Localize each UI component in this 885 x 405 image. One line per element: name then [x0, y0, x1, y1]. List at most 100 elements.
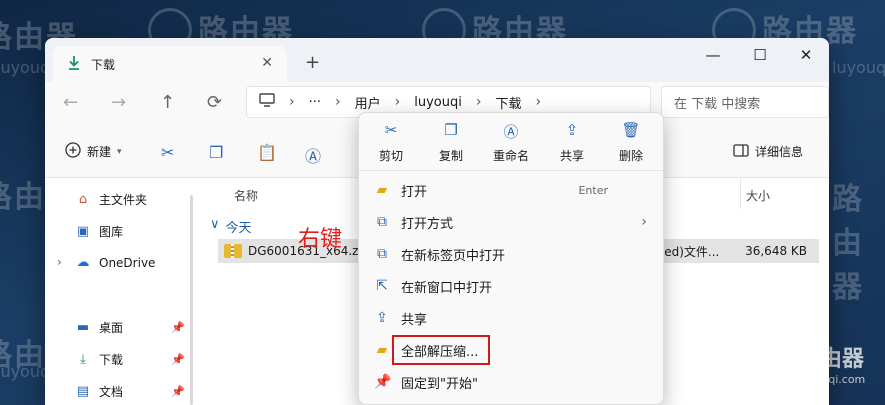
- sidebar-item-label: OneDrive: [99, 255, 156, 270]
- menu-item-label: 固定到"开始": [401, 376, 478, 392]
- chevron-right-icon[interactable]: ›: [57, 255, 62, 269]
- close-button[interactable]: ✕: [794, 46, 818, 64]
- gallery-icon: ▣: [76, 224, 90, 239]
- rename-label: 重命名: [492, 149, 529, 163]
- menu-item-open-new-window[interactable]: ⇱ 在新窗口中打开: [359, 270, 663, 302]
- delete-button[interactable]: 🗑 删除: [601, 121, 661, 164]
- up-button[interactable]: ↑: [160, 92, 175, 113]
- breadcrumb-item[interactable]: luyouqi: [414, 95, 462, 110]
- share-icon: ⇪: [376, 310, 388, 326]
- share-icon: ⇪: [565, 121, 579, 139]
- file-size: 36,648 KB: [745, 244, 807, 258]
- cut-icon[interactable]: ✂: [161, 143, 174, 162]
- sidebar-item-label: 图库: [99, 225, 124, 239]
- pin-icon: 📌: [374, 374, 392, 390]
- title-bar: 下载 ✕ + — ☐ ✕: [45, 38, 829, 82]
- navigation-pane: ⌂ 主文件夹 ▣ 图库 › ☁ OneDrive ▬ 桌面 📌 ⤓ 下载 📌 ▤…: [45, 179, 195, 405]
- home-icon: ⌂: [78, 192, 88, 207]
- desktop-icon: ▬: [76, 320, 90, 335]
- tab-downloads[interactable]: 下载 ✕: [53, 46, 287, 82]
- refresh-button[interactable]: ⟳: [207, 92, 222, 113]
- open-with-icon: ⧉: [377, 214, 387, 230]
- new-button[interactable]: 新建 ▾: [65, 142, 122, 161]
- sidebar-scrollbar[interactable]: [190, 195, 193, 405]
- copy-label: 复制: [438, 149, 463, 163]
- chevron-right-icon: ›: [335, 94, 341, 110]
- column-header-name[interactable]: 名称: [234, 187, 258, 204]
- extract-icon: ▰: [376, 342, 388, 358]
- context-menu-actions: ✂ 剪切 ❐ 复制 Ⓐ 重命名 ⇪ 共享 🗑 删除: [359, 113, 663, 171]
- share-label: 共享: [559, 149, 584, 163]
- copy-button[interactable]: ❐ 复制: [421, 121, 481, 164]
- back-button[interactable]: ←: [63, 92, 78, 113]
- sidebar-item-home[interactable]: ⌂ 主文件夹: [75, 191, 147, 208]
- menu-item-label: 在新标签页中打开: [401, 248, 506, 264]
- watermark-domain: luyouqi.com: [832, 58, 885, 77]
- menu-item-open-new-tab[interactable]: ⧉ 在新标签页中打开: [359, 238, 663, 270]
- rename-icon: Ⓐ: [503, 123, 519, 141]
- menu-item-open[interactable]: ▰ 打开 Enter: [359, 174, 663, 206]
- menu-item-pin-start[interactable]: 📌 固定到"开始": [359, 366, 663, 398]
- rename-button[interactable]: Ⓐ 重命名: [481, 121, 541, 164]
- menu-item-share[interactable]: ⇪ 共享: [359, 302, 663, 334]
- minimize-button[interactable]: —: [701, 46, 725, 64]
- share-button[interactable]: ⇪ 共享: [542, 121, 602, 164]
- group-header-today[interactable]: ∨ 今天: [210, 217, 252, 236]
- sidebar-item-documents[interactable]: ▤ 文档: [75, 383, 123, 400]
- copy-icon: ❐: [444, 121, 458, 139]
- delete-label: 删除: [618, 149, 643, 163]
- details-pane-icon: [733, 143, 749, 160]
- copy-icon[interactable]: ❐: [209, 143, 223, 162]
- paste-icon[interactable]: 📋: [257, 143, 277, 162]
- forward-button[interactable]: →: [111, 92, 126, 113]
- sidebar-item-label: 主文件夹: [99, 193, 148, 207]
- sidebar-item-gallery[interactable]: ▣ 图库: [75, 223, 123, 240]
- menu-item-shortcut: Enter: [578, 183, 608, 197]
- column-divider[interactable]: [740, 179, 741, 209]
- menu-item-open-with[interactable]: ⧉ 打开方式 ›: [359, 206, 663, 238]
- breadcrumb-item[interactable]: 用户: [355, 93, 381, 112]
- delete-icon: 🗑: [621, 121, 641, 139]
- pin-icon: 📌: [171, 353, 185, 366]
- maximize-button[interactable]: ☐: [748, 46, 772, 64]
- breadcrumb-item[interactable]: 下载: [495, 93, 521, 112]
- sidebar-item-label: 桌面: [99, 321, 124, 335]
- monitor-icon: [259, 93, 275, 111]
- breadcrumb-more[interactable]: ···: [309, 95, 321, 110]
- context-menu: ✂ 剪切 ❐ 复制 Ⓐ 重命名 ⇪ 共享 🗑 删除 ▰ 打开 Enter ⧉ 打…: [358, 112, 664, 405]
- new-window-icon: ⇱: [376, 278, 388, 294]
- cut-label: 剪切: [378, 149, 403, 163]
- menu-item-label: 打开: [401, 184, 428, 200]
- search-placeholder: 在 下载 中搜索: [674, 96, 761, 112]
- chevron-down-icon: ▾: [117, 146, 122, 157]
- download-icon: [67, 55, 81, 74]
- details-label: 详细信息: [755, 145, 804, 159]
- new-tab-icon: ⧉: [377, 246, 387, 262]
- sidebar-item-label: 文档: [99, 385, 124, 399]
- sidebar-item-onedrive[interactable]: ☁ OneDrive: [75, 255, 156, 270]
- tab-close-icon[interactable]: ✕: [261, 55, 273, 71]
- menu-item-label: 在新窗口中打开: [401, 280, 493, 296]
- tab-label: 下载: [91, 57, 116, 72]
- group-label: 今天: [225, 221, 252, 236]
- download-icon: ⤓: [80, 352, 86, 367]
- plus-circle-icon: [65, 142, 81, 161]
- chevron-right-icon: ›: [641, 214, 647, 230]
- search-input[interactable]: 在 下载 中搜索: [661, 86, 829, 118]
- sidebar-item-downloads[interactable]: ⤓ 下载: [75, 351, 123, 368]
- chevron-right-icon: ›: [535, 94, 542, 110]
- folder-icon: ▰: [376, 182, 388, 198]
- cut-button[interactable]: ✂ 剪切: [361, 121, 421, 164]
- menu-item-label: 共享: [401, 312, 428, 328]
- right-click-annotation: 右键: [298, 227, 343, 252]
- pin-icon: 📌: [171, 321, 185, 334]
- column-header-size[interactable]: 大小: [746, 187, 770, 204]
- new-button-label: 新建: [87, 145, 112, 159]
- document-icon: ▤: [76, 384, 90, 399]
- new-tab-button[interactable]: +: [305, 52, 320, 73]
- zip-file-icon: [224, 244, 242, 258]
- rename-icon[interactable]: Ⓐ: [305, 143, 321, 167]
- details-button[interactable]: 详细信息: [733, 143, 803, 160]
- sidebar-item-label: 下载: [99, 353, 124, 367]
- sidebar-item-desktop[interactable]: ▬ 桌面: [75, 319, 123, 336]
